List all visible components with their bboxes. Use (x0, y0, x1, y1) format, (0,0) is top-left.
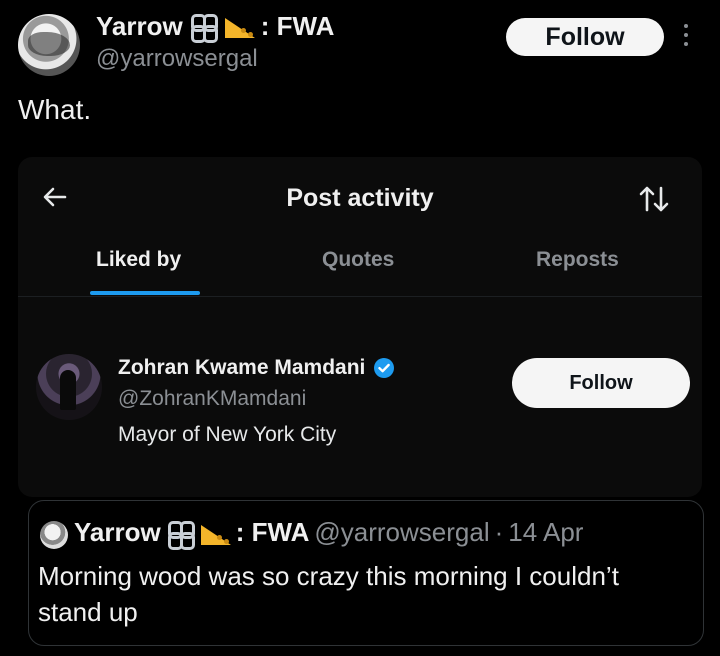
author-name-suffix: : FWA (260, 10, 335, 41)
separator-dot: · (494, 517, 504, 547)
liker-name[interactable]: Zohran Kwame Mamdani (118, 356, 365, 380)
post-activity-title: Post activity (286, 184, 434, 212)
selected-tab-indicator (90, 291, 200, 295)
quoted-author-avatar (40, 521, 68, 549)
liker-name-row[interactable]: Zohran Kwame Mamdani (118, 356, 395, 380)
cheese-icon (200, 521, 231, 545)
chain-icon (189, 13, 219, 43)
more-options-icon[interactable] (682, 24, 690, 46)
liker-handle[interactable]: @ZohranKMamdani (118, 387, 306, 411)
verified-badge-icon (374, 358, 395, 378)
author-name-row[interactable]: Yarrow : FWA (96, 10, 335, 43)
quoted-post-header: Yarrow : FWA @yarrowsergal · 14 Apr (74, 517, 584, 550)
author-avatar[interactable] (18, 14, 80, 76)
tab-reposts[interactable]: Reposts (536, 248, 619, 272)
quoted-author-name: Yarrow (74, 517, 161, 547)
author-name[interactable]: Yarrow (96, 11, 183, 42)
cheese-icon (224, 14, 255, 38)
tab-liked-by[interactable]: Liked by (96, 248, 181, 272)
tab-quotes[interactable]: Quotes (322, 248, 394, 272)
quoted-author-handle: @yarrowsergal (314, 517, 490, 547)
liker-bio: Mayor of New York City (118, 423, 337, 446)
liker-follow-button[interactable]: Follow (512, 358, 690, 408)
liker-avatar[interactable] (36, 354, 102, 420)
quoted-post-text: Morning wood was so crazy this morning I… (38, 561, 619, 627)
post-text: What. (18, 94, 92, 125)
chain-icon (166, 520, 196, 550)
tabs-divider (18, 296, 702, 297)
author-handle[interactable]: @yarrowsergal (96, 45, 258, 73)
quoted-author-suffix: : FWA (235, 517, 310, 547)
sort-icon[interactable] (637, 180, 671, 218)
follow-button[interactable]: Follow (506, 18, 664, 56)
quoted-post-date: 14 Apr (508, 517, 584, 547)
